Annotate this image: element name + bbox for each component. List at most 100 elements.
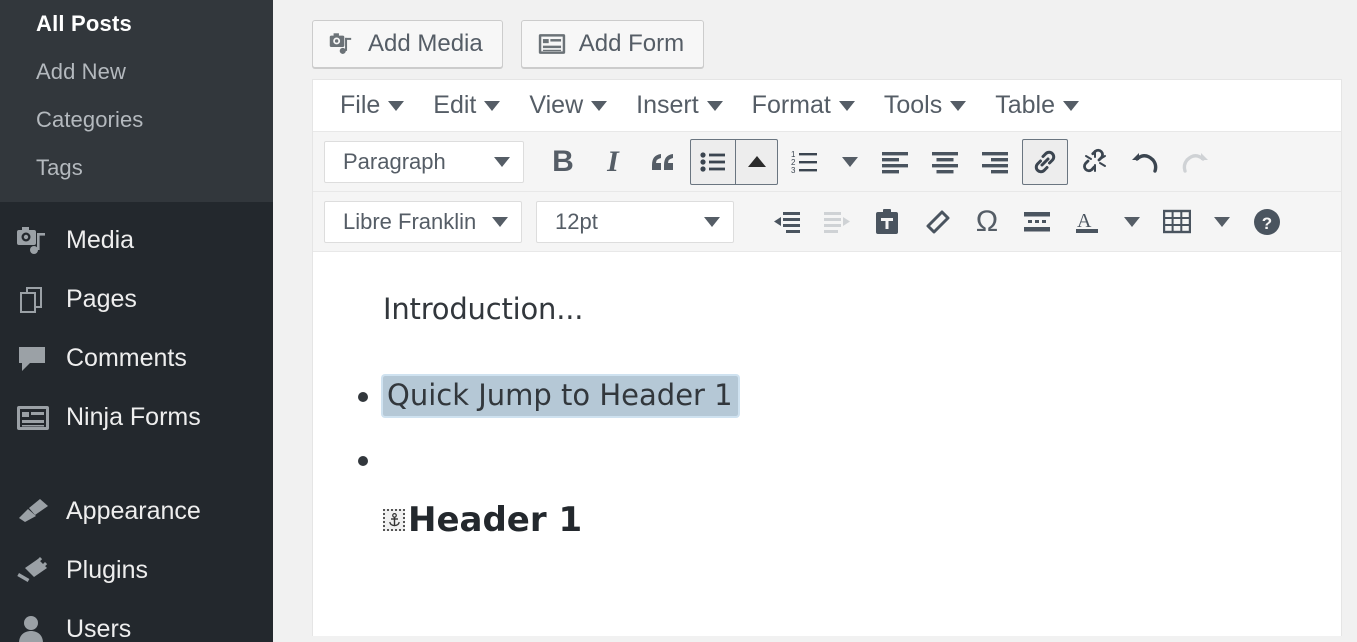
sidebar-item-comments[interactable]: Comments: [0, 329, 273, 388]
indent-icon: [824, 211, 850, 233]
align-left-button[interactable]: [872, 139, 918, 185]
editor-toolbar-row-1: Paragraph B I 1 2 3: [313, 132, 1341, 192]
sidebar-subitem-label: All Posts: [36, 11, 132, 36]
anchor-marker-icon: [383, 509, 405, 531]
sidebar-item-ninja-forms[interactable]: Ninja Forms: [0, 388, 273, 447]
paragraph-format-select[interactable]: Paragraph: [324, 140, 524, 183]
paste-as-text-button[interactable]: [864, 199, 910, 245]
bulleted-list-split-button[interactable]: [690, 138, 778, 185]
menu-format[interactable]: Format: [738, 84, 870, 128]
undo-button[interactable]: [1122, 139, 1168, 185]
sidebar-item-plugins[interactable]: Plugins: [0, 541, 273, 600]
chevron-down-icon: [484, 100, 501, 111]
list-item[interactable]: Quick Jump to Header 1: [358, 376, 1341, 442]
add-media-button[interactable]: Add Media: [312, 20, 503, 68]
sidebar-item-label: Media: [66, 226, 135, 254]
sidebar-item-label: Plugins: [66, 556, 148, 584]
omega-icon: Ω: [975, 204, 999, 238]
sidebar-item-label: Users: [66, 615, 132, 642]
horizontal-line-button[interactable]: [1014, 199, 1060, 245]
sidebar-item-pages[interactable]: Pages: [0, 270, 273, 329]
appearance-brush-icon: [12, 495, 54, 529]
tinymce-editor: File Edit View Insert Format Tools Table…: [312, 79, 1342, 636]
chevron-down-icon: [492, 216, 508, 227]
sidebar-subitem-all-posts[interactable]: All Posts: [0, 0, 273, 48]
menu-view[interactable]: View: [515, 84, 622, 128]
menu-table[interactable]: Table: [981, 84, 1094, 128]
numbered-list-options-arrow[interactable]: [830, 139, 870, 185]
menu-edit[interactable]: Edit: [419, 84, 515, 128]
content-paragraph: Introduction...: [383, 292, 584, 326]
redo-button[interactable]: [1172, 139, 1218, 185]
editor-toolbar-row-2: Libre Franklin 12pt Ω A ?: [313, 192, 1341, 252]
table-icon: [1163, 209, 1191, 233]
align-right-button[interactable]: [972, 139, 1018, 185]
add-media-label: Add Media: [368, 30, 483, 57]
font-family-select[interactable]: Libre Franklin: [324, 200, 522, 243]
posts-submenu: All Posts Add New Categories Tags: [0, 0, 273, 202]
editor-pane: Add Media Add Form File Edit View Insert…: [273, 0, 1357, 642]
add-form-button[interactable]: Add Form: [520, 20, 705, 68]
sidebar-menu-group-system: Appearance Plugins Users: [0, 473, 273, 642]
sidebar-menu-group-content: Media Pages Comments Ninja Forms: [0, 202, 273, 447]
chevron-down-icon: [704, 216, 720, 227]
bold-button[interactable]: B: [540, 139, 586, 185]
sidebar-subitem-tags[interactable]: Tags: [0, 144, 273, 192]
help-button[interactable]: ?: [1244, 199, 1290, 245]
svg-text:3: 3: [791, 166, 796, 174]
chevron-down-icon: [591, 100, 608, 111]
svg-text:A: A: [1077, 210, 1092, 232]
content-bulleted-list: Quick Jump to Header 1: [358, 376, 1341, 506]
italic-button[interactable]: I: [590, 139, 636, 185]
blockquote-button[interactable]: [640, 139, 686, 185]
chevron-down-icon: [494, 156, 510, 167]
numbered-list-button[interactable]: 1 2 3: [782, 139, 828, 185]
text-color-options-arrow[interactable]: [1112, 199, 1152, 245]
text-color-button[interactable]: A: [1064, 199, 1110, 245]
menu-file[interactable]: File: [326, 84, 419, 128]
table-options-arrow[interactable]: [1202, 199, 1242, 245]
unlink-button[interactable]: [1072, 139, 1118, 185]
font-size-value: 12pt: [555, 208, 598, 234]
media-buttons-bar: Add Media Add Form: [273, 0, 1357, 79]
align-center-button[interactable]: [922, 139, 968, 185]
italic-label: I: [607, 144, 619, 178]
paste-as-text-icon: [876, 208, 898, 234]
bulleted-list-button[interactable]: [691, 140, 735, 184]
indent-button[interactable]: [814, 199, 860, 245]
menu-insert[interactable]: Insert: [622, 84, 738, 128]
sidebar-item-appearance[interactable]: Appearance: [0, 482, 273, 541]
pages-icon: [12, 283, 54, 317]
menu-tools[interactable]: Tools: [870, 84, 981, 128]
insert-link-button[interactable]: [1022, 138, 1068, 185]
menu-format-label: Format: [751, 91, 831, 119]
menu-view-label: View: [529, 91, 584, 119]
sidebar-item-media[interactable]: Media: [0, 211, 273, 270]
add-form-icon: [538, 32, 566, 56]
add-media-icon: [329, 32, 355, 56]
chevron-up-icon: [747, 156, 766, 167]
paragraph-format-value: Paragraph: [343, 148, 446, 174]
font-size-select[interactable]: 12pt: [536, 200, 734, 243]
bulleted-list-options-arrow[interactable]: [735, 139, 777, 184]
align-left-icon: [882, 151, 908, 173]
special-character-button[interactable]: Ω: [964, 199, 1010, 245]
header-1-text: Header 1: [408, 500, 583, 540]
sidebar-subitem-add-new[interactable]: Add New: [0, 48, 273, 96]
clear-formatting-button[interactable]: [914, 199, 960, 245]
menu-file-label: File: [340, 91, 381, 119]
table-button[interactable]: [1154, 199, 1200, 245]
sidebar-item-label: Comments: [66, 344, 187, 372]
sidebar-item-users[interactable]: Users: [0, 600, 273, 642]
menu-insert-label: Insert: [636, 91, 699, 119]
editor-menubar: File Edit View Insert Format Tools Table: [313, 80, 1341, 132]
editor-content-area[interactable]: Introduction... Quick Jump to Header 1 H…: [313, 252, 1341, 636]
chevron-down-icon: [1124, 216, 1140, 227]
list-item[interactable]: [358, 442, 1341, 506]
menu-table-label: Table: [995, 91, 1055, 119]
align-center-icon: [932, 151, 958, 173]
chevron-down-icon: [388, 100, 405, 111]
redo-icon: [1182, 152, 1208, 173]
outdent-button[interactable]: [764, 199, 810, 245]
sidebar-subitem-categories[interactable]: Categories: [0, 96, 273, 144]
